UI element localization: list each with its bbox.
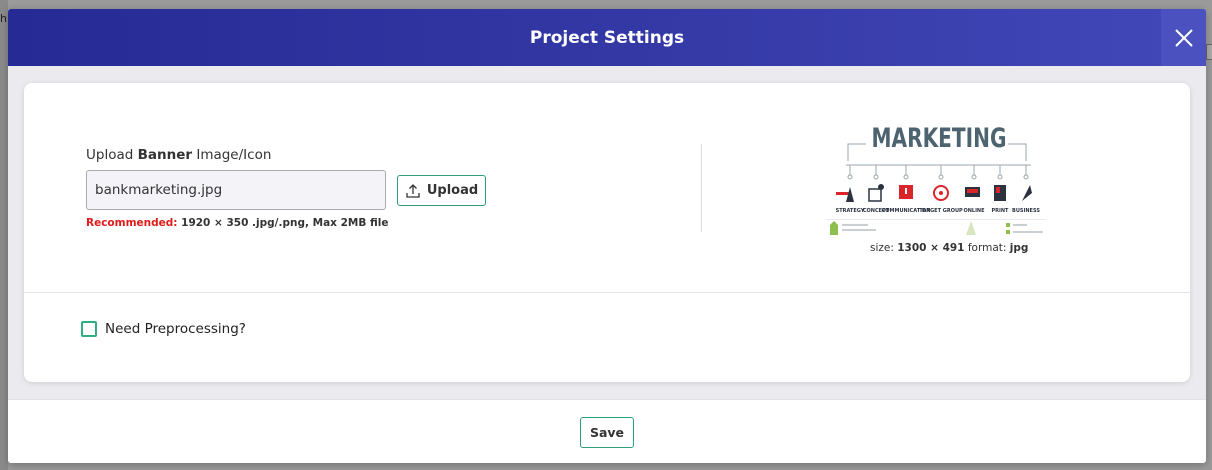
upload-icon <box>406 183 420 198</box>
project-settings-modal: Project Settings Upload Banner Image/Ico… <box>8 9 1206 463</box>
modal-footer: Save <box>8 399 1206 463</box>
close-button[interactable] <box>1161 9 1206 66</box>
need-preprocessing-label[interactable]: Need Preprocessing? <box>105 321 246 337</box>
card-divider <box>24 292 1190 293</box>
preview-heading: MARKETING <box>872 123 1007 154</box>
svg-text:PRINT: PRINT <box>992 208 1010 214</box>
settings-card: Upload Banner Image/Icon Upload Recommen… <box>24 83 1190 382</box>
banner-preview-image: MARKETING STRATEGY CONCEPT COMMUNICATION… <box>826 117 1052 241</box>
backdrop-text-fragment: h <box>0 12 7 25</box>
upload-recommendation: Recommended: 1920 × 350 .jpg/.png, Max 2… <box>86 217 389 229</box>
banner-upload-label: Upload Banner Image/Icon <box>86 147 272 163</box>
upload-button[interactable]: Upload <box>397 175 486 206</box>
modal-header: Project Settings <box>8 9 1206 66</box>
svg-text:STRATEGY: STRATEGY <box>836 208 865 214</box>
need-preprocessing-checkbox[interactable] <box>81 321 97 337</box>
svg-text:TARGET GROUP: TARGET GROUP <box>919 208 963 214</box>
svg-text:BUSINESS: BUSINESS <box>1012 208 1040 214</box>
backdrop-field-fragment <box>1206 44 1212 60</box>
modal-title: Project Settings <box>529 27 685 48</box>
modal-body: Upload Banner Image/Icon Upload Recommen… <box>8 66 1206 399</box>
upload-button-label: Upload <box>426 183 479 198</box>
save-button[interactable]: Save <box>580 417 634 448</box>
preview-meta: size: 1300 × 491 format: jpg <box>870 242 1029 254</box>
backdrop-page <box>0 0 8 470</box>
banner-filename-input[interactable] <box>86 170 386 210</box>
close-icon <box>1174 28 1193 47</box>
svg-text:ONLINE: ONLINE <box>963 208 985 214</box>
section-divider <box>701 144 702 232</box>
